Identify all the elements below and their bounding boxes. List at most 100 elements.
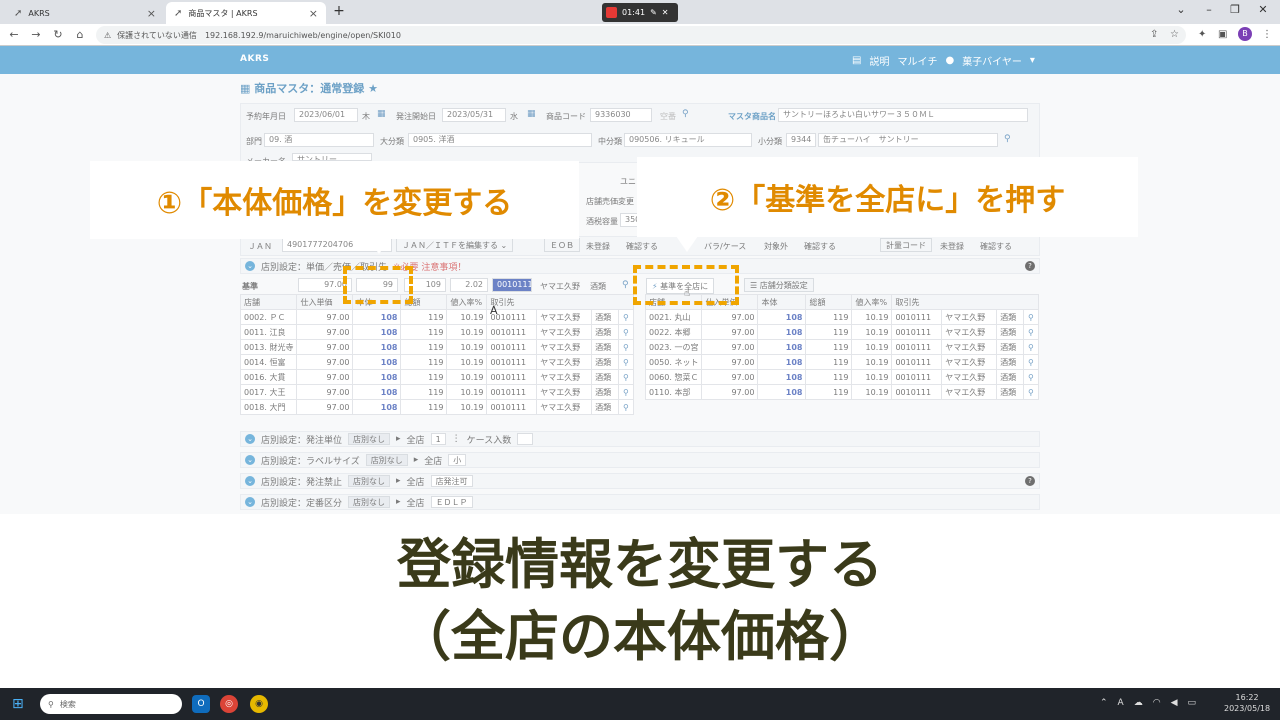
cost-cell[interactable]: 97.00	[296, 399, 354, 415]
wifi-icon[interactable]: ◠	[1153, 698, 1161, 708]
reload-icon[interactable]: ↻	[50, 28, 66, 41]
cost-cell[interactable]: 97.00	[701, 309, 759, 325]
product-code-input[interactable]: 9336030	[590, 108, 652, 122]
url-input[interactable]: ⚠ 保護されていない通信 192.168.192.9/maruichiweb/e…	[96, 26, 1186, 44]
help-book-icon[interactable]: ▤	[852, 55, 861, 66]
chevron-down-icon[interactable]: ⌄	[245, 476, 255, 486]
edit-icon[interactable]: ✎	[650, 8, 657, 17]
cost-cell[interactable]: 97.00	[701, 324, 759, 340]
edit-jan-itf-button[interactable]: ＪＡＮ／ＩＴＦを編集する ⌄	[396, 238, 514, 252]
mid-input[interactable]: 090506. リキュール	[624, 133, 752, 147]
cloud-icon[interactable]: ☁	[1134, 698, 1143, 708]
supplier-code-cell[interactable]: 0010111	[486, 399, 538, 415]
order-unit-value[interactable]: 1	[430, 433, 446, 445]
order-ban-value[interactable]: 店発注可	[430, 475, 473, 487]
price-cell[interactable]: 108	[352, 339, 402, 355]
search-icon[interactable]: ⚲	[617, 384, 635, 400]
label-size-value[interactable]: 小	[448, 454, 467, 466]
tax-cell[interactable]: 119	[400, 339, 448, 355]
chrome-icon[interactable]: ◎	[220, 695, 238, 713]
brand-logo[interactable]: AKRS	[240, 54, 269, 64]
maker-input[interactable]: サントリー	[292, 153, 372, 161]
tax-cell[interactable]: 119	[400, 384, 448, 400]
cost-cell[interactable]: 97.00	[701, 354, 759, 370]
price-cell[interactable]: 108	[352, 384, 402, 400]
minor-code-input[interactable]: 9344	[786, 133, 816, 147]
supplier-code-cell[interactable]: 0010111	[486, 369, 538, 385]
minion-app-icon[interactable]: ◉	[250, 695, 268, 713]
confirm-eob-link[interactable]: 確認する	[626, 241, 658, 252]
search-icon[interactable]: ⚲	[617, 399, 635, 415]
price-cell[interactable]: 108	[352, 309, 402, 325]
favorite-star-icon[interactable]: ★	[368, 82, 378, 95]
tab-product-master[interactable]: ➚ 商品マスタ | AKRS ×	[166, 2, 326, 24]
close-icon[interactable]: ✕	[662, 8, 669, 17]
sidebar-icon[interactable]: ▣	[1218, 29, 1227, 40]
search-icon[interactable]: ⚲	[617, 369, 635, 385]
help-link[interactable]: 説明	[869, 53, 889, 68]
store-category-button[interactable]: ☰ 店舗分類設定	[744, 278, 814, 292]
price-cell[interactable]: 108	[352, 354, 402, 370]
battery-icon[interactable]: ▭	[1188, 698, 1197, 708]
search-icon[interactable]: ⚲	[617, 339, 635, 355]
price-cell[interactable]: 108	[757, 309, 807, 325]
start-date-input[interactable]: 2023/05/31	[442, 108, 506, 122]
order-ban-section[interactable]: ⌄ 店別設定：発注禁止 店別なし ▸ 全店 店発注可 ?	[240, 473, 1040, 489]
home-icon[interactable]: ⌂	[72, 28, 88, 41]
label-size-section[interactable]: ⌄ 店別設定：ラベルサイズ 店別なし ▸ 全店 小	[240, 452, 1040, 468]
record-stop-icon[interactable]	[606, 7, 617, 18]
search-icon[interactable]: ⚲	[1022, 369, 1040, 385]
confirm-case-link[interactable]: 確認する	[804, 241, 836, 252]
help-icon[interactable]: ?	[1025, 261, 1035, 271]
supplier-code-cell[interactable]: 0010111	[891, 324, 943, 340]
url-text[interactable]: 192.168.192.9/maruichiweb/engine/open/SK…	[205, 31, 401, 40]
confirm-weigh-link[interactable]: 確認する	[980, 241, 1012, 252]
ime-indicator[interactable]: A	[1118, 698, 1124, 708]
tab-search-icon[interactable]: ⌄	[1166, 3, 1196, 16]
caret-up-icon[interactable]: ⌃	[1100, 698, 1108, 708]
search-icon[interactable]: ⚲	[622, 280, 629, 290]
order-date-input[interactable]: 2023/06/01	[294, 108, 358, 122]
price-cell[interactable]: 108	[352, 399, 402, 415]
supplier-code-cell[interactable]: 0010111	[891, 339, 943, 355]
user-menu[interactable]: 菓子バイヤー	[962, 53, 1022, 68]
extensions-icon[interactable]: ✦	[1198, 29, 1206, 40]
supplier-code-cell[interactable]: 0010111	[891, 369, 943, 385]
speaker-icon[interactable]: ◀	[1171, 698, 1178, 708]
windows-start-icon[interactable]: ⊞	[12, 696, 24, 712]
search-icon[interactable]: ⚲	[1022, 354, 1040, 370]
cost-cell[interactable]: 97.00	[701, 369, 759, 385]
bookmark-star-icon[interactable]: ☆	[1170, 29, 1179, 40]
chevron-down-icon[interactable]: ⌄	[245, 434, 255, 444]
tax-cell[interactable]: 119	[400, 354, 448, 370]
price-cell[interactable]: 108	[757, 384, 807, 400]
search-icon[interactable]: ⚲	[617, 309, 635, 325]
cost-cell[interactable]: 97.00	[296, 339, 354, 355]
tax-cell[interactable]: 119	[805, 354, 853, 370]
cost-cell[interactable]: 97.00	[701, 384, 759, 400]
tax-cell[interactable]: 119	[400, 324, 448, 340]
tax-cell[interactable]: 119	[805, 384, 853, 400]
tax-cell[interactable]: 119	[805, 324, 853, 340]
tax-cell[interactable]: 119	[805, 369, 853, 385]
price-cell[interactable]: 108	[352, 324, 402, 340]
tax-cell[interactable]: 119	[805, 309, 853, 325]
minor-name-input[interactable]: 缶チューハイ サントリー	[818, 133, 998, 147]
search-icon[interactable]: ⚲	[617, 354, 635, 370]
cost-cell[interactable]: 97.00	[296, 384, 354, 400]
supplier-code-cell[interactable]: 0010111	[486, 384, 538, 400]
standard-class-value[interactable]: ＥＤＬＰ	[430, 496, 473, 508]
cost-cell[interactable]: 97.00	[701, 339, 759, 355]
tax-cell[interactable]: 119	[400, 369, 448, 385]
warning-icon[interactable]: ⚠	[104, 31, 111, 40]
cost-cell[interactable]: 97.00	[296, 354, 354, 370]
price-cell[interactable]: 108	[352, 369, 402, 385]
chevron-down-icon[interactable]: ⌄	[245, 455, 255, 465]
new-tab-button[interactable]: +	[330, 4, 348, 20]
cost-cell[interactable]: 97.00	[296, 324, 354, 340]
share-icon[interactable]: ⇪	[1150, 29, 1158, 40]
taskbar-clock[interactable]: 16:22 2023/05/18	[1224, 692, 1270, 714]
forward-icon[interactable]: →	[28, 28, 44, 41]
cost-cell[interactable]: 97.00	[296, 309, 354, 325]
master-name-input[interactable]: サントリーほろよい白いサワー３５０ＭＬ	[778, 108, 1028, 122]
